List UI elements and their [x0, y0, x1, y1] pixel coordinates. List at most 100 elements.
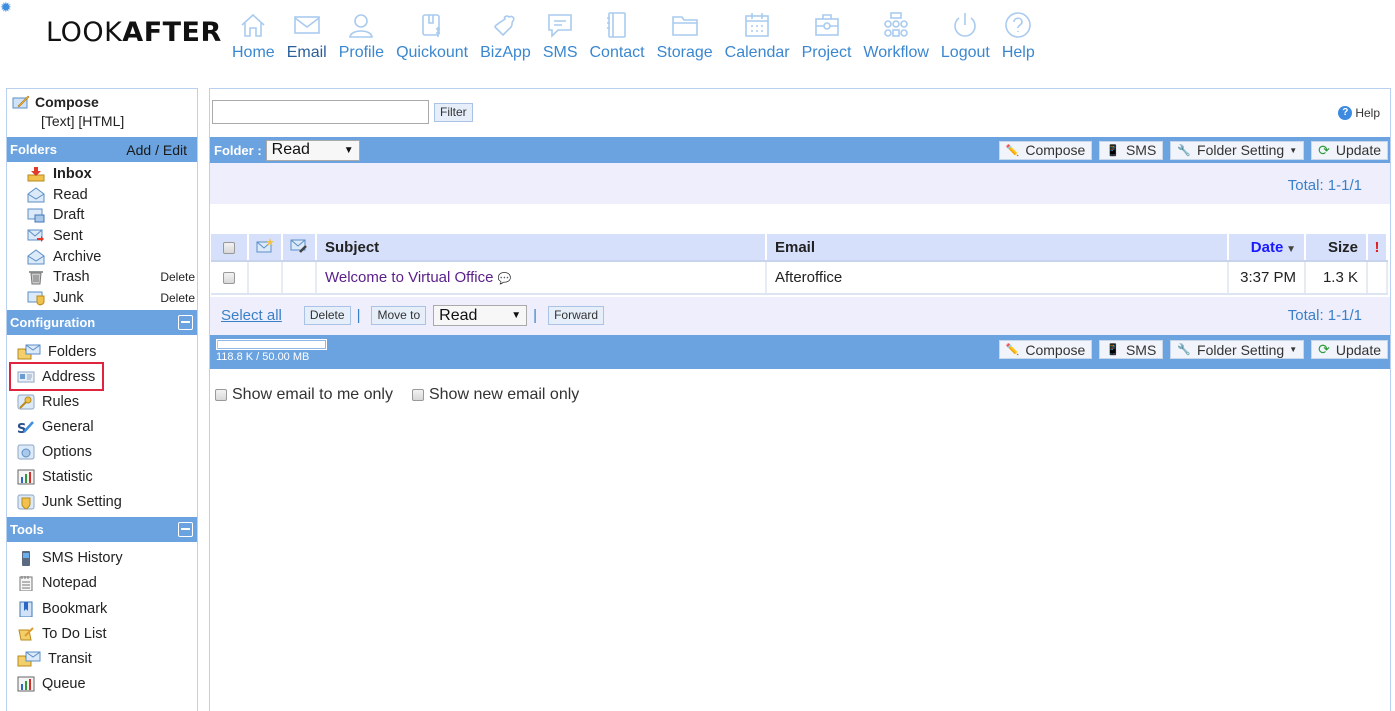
sent-icon: [27, 228, 45, 244]
calendar-icon: [742, 8, 772, 42]
nav-profile[interactable]: Profile: [333, 8, 390, 62]
attachment-mail-icon[interactable]: [290, 239, 308, 257]
trash-icon: [27, 269, 45, 285]
new-mail-icon[interactable]: [256, 237, 274, 257]
collapse-configuration-button[interactable]: [178, 315, 193, 331]
config-rules[interactable]: Rules: [7, 389, 197, 414]
caret-down-icon: ▼: [1289, 345, 1298, 354]
update-button[interactable]: ⟳ Update: [1311, 140, 1388, 160]
email-column-header[interactable]: Email: [766, 234, 1229, 262]
delete-button[interactable]: Delete: [303, 306, 351, 325]
show-new-only-checkbox[interactable]: [411, 389, 424, 401]
tool-todo-list[interactable]: To Do List: [7, 621, 197, 646]
size-column-header[interactable]: Size: [1305, 234, 1368, 262]
filter-button[interactable]: Filter: [434, 102, 473, 122]
config-general[interactable]: S General: [7, 414, 197, 439]
compose-button[interactable]: ✏️ Compose: [998, 140, 1093, 160]
subject-column-header[interactable]: Subject: [316, 234, 767, 262]
folder-sent[interactable]: Sent: [7, 226, 197, 247]
sort-desc-icon: ▼: [1283, 243, 1296, 255]
priority-cell: [1367, 261, 1388, 295]
nav-bizapp[interactable]: BizApp: [474, 8, 537, 62]
move-target-select[interactable]: Read ▼: [433, 305, 528, 326]
help-link[interactable]: ? Help: [1338, 106, 1380, 120]
folder-trash[interactable]: Trash Delete: [7, 267, 197, 288]
nav-quickount[interactable]: Quickount: [390, 8, 474, 62]
compose-link[interactable]: Compose: [12, 94, 197, 110]
compose-html-link[interactable]: [HTML]: [78, 113, 124, 129]
show-to-me-only-checkbox[interactable]: [215, 389, 227, 401]
total-count: Total: 1-1/1: [1287, 177, 1362, 194]
draft-icon: [27, 207, 45, 223]
general-settings-icon: S: [17, 419, 35, 437]
nav-sms[interactable]: SMS: [537, 8, 584, 62]
pencil-icon: ✏️: [1005, 144, 1020, 157]
compose-text-link[interactable]: [Text]: [41, 113, 74, 129]
row-checkbox[interactable]: [223, 272, 235, 285]
mobile-phone-icon: [17, 550, 35, 567]
folder-read[interactable]: Read: [7, 185, 197, 206]
nav-contact[interactable]: Contact: [583, 8, 650, 62]
config-options[interactable]: Options: [7, 440, 197, 465]
address-card-icon: [17, 369, 35, 385]
config-folders[interactable]: Folders: [7, 339, 197, 364]
nav-storage[interactable]: Storage: [651, 8, 719, 62]
move-to-button[interactable]: Move to: [371, 306, 427, 325]
folder-list: Inbox Read Draft Sent Archive Trash Dele…: [7, 162, 197, 310]
nav-help[interactable]: Help: [996, 8, 1041, 62]
storage-icon: [670, 8, 700, 42]
table-row[interactable]: Welcome to Virtual Office 💬 Afteroffice …: [211, 261, 1388, 295]
nav-home[interactable]: Home: [226, 8, 281, 62]
folder-archive[interactable]: Archive: [7, 246, 197, 267]
config-junk-setting[interactable]: Junk Setting: [7, 490, 197, 515]
update-button-bottom[interactable]: ⟳ Update: [1311, 340, 1388, 359]
compose-button-bottom[interactable]: ✏️ Compose: [998, 340, 1093, 359]
folder-draft[interactable]: Draft: [7, 205, 197, 226]
quota-progress-bar: [216, 339, 327, 350]
config-address[interactable]: Address: [9, 362, 104, 392]
nav-workflow[interactable]: Workflow: [857, 8, 935, 62]
refresh-icon: ⟳: [1318, 141, 1330, 158]
select-all-checkbox[interactable]: [223, 241, 235, 254]
logo: LOOKAFTER: [46, 17, 222, 48]
show-to-me-only-option[interactable]: Show email to me only: [215, 386, 393, 404]
folder-junk[interactable]: Junk Delete: [7, 288, 197, 309]
nav-calendar[interactable]: Calendar: [719, 8, 796, 62]
tool-sms-history[interactable]: SMS History: [7, 546, 197, 571]
filter-input[interactable]: [212, 100, 429, 124]
folder-setting-button-bottom[interactable]: 🔧 Folder Setting ▼: [1170, 340, 1305, 359]
tool-bookmark[interactable]: Bookmark: [7, 596, 197, 621]
config-statistic[interactable]: Statistic: [7, 465, 197, 490]
forward-button[interactable]: Forward: [548, 306, 605, 325]
nav-email[interactable]: Email: [281, 8, 333, 62]
empty-junk-link[interactable]: Delete: [160, 291, 197, 305]
sender-cell: Afteroffice: [766, 261, 1229, 295]
chevron-down-icon: ▼: [343, 144, 354, 156]
tool-queue[interactable]: Queue: [7, 671, 197, 696]
empty-trash-link[interactable]: Delete: [160, 270, 197, 284]
subject-link[interactable]: Welcome to Virtual Office: [325, 269, 493, 286]
collapse-tools-button[interactable]: [178, 521, 193, 537]
caret-down-icon: ▼: [1289, 145, 1298, 155]
tool-notepad[interactable]: Notepad: [7, 571, 197, 596]
nav-logout[interactable]: Logout: [935, 8, 996, 62]
folder-select[interactable]: Read ▼: [265, 139, 360, 161]
folders-header: Folders Add / Edit: [7, 137, 197, 162]
folder-setting-button[interactable]: 🔧 Folder Setting ▼: [1170, 140, 1305, 160]
sms-button-bottom[interactable]: 📱 SMS: [1099, 340, 1164, 359]
folder-inbox[interactable]: Inbox: [7, 164, 197, 185]
junk-icon: [27, 290, 45, 306]
add-edit-folders-link[interactable]: Add / Edit: [126, 142, 193, 158]
sms-button[interactable]: 📱 SMS: [1099, 140, 1164, 160]
select-all-link[interactable]: Select all: [221, 307, 282, 324]
storage-quota: 118.8 K / 50.00 MB: [216, 339, 327, 363]
preview-bubble-icon[interactable]: 💬: [498, 273, 512, 285]
tool-transit[interactable]: Transit: [7, 646, 197, 671]
notepad-icon: [17, 575, 35, 592]
show-new-only-option[interactable]: Show new email only: [411, 386, 579, 404]
priority-column-header[interactable]: !: [1367, 234, 1388, 262]
row-attachment-cell: [282, 261, 317, 295]
help-icon: [1003, 8, 1033, 42]
date-column-header[interactable]: Date ▼: [1228, 234, 1306, 262]
nav-project[interactable]: Project: [796, 8, 858, 62]
